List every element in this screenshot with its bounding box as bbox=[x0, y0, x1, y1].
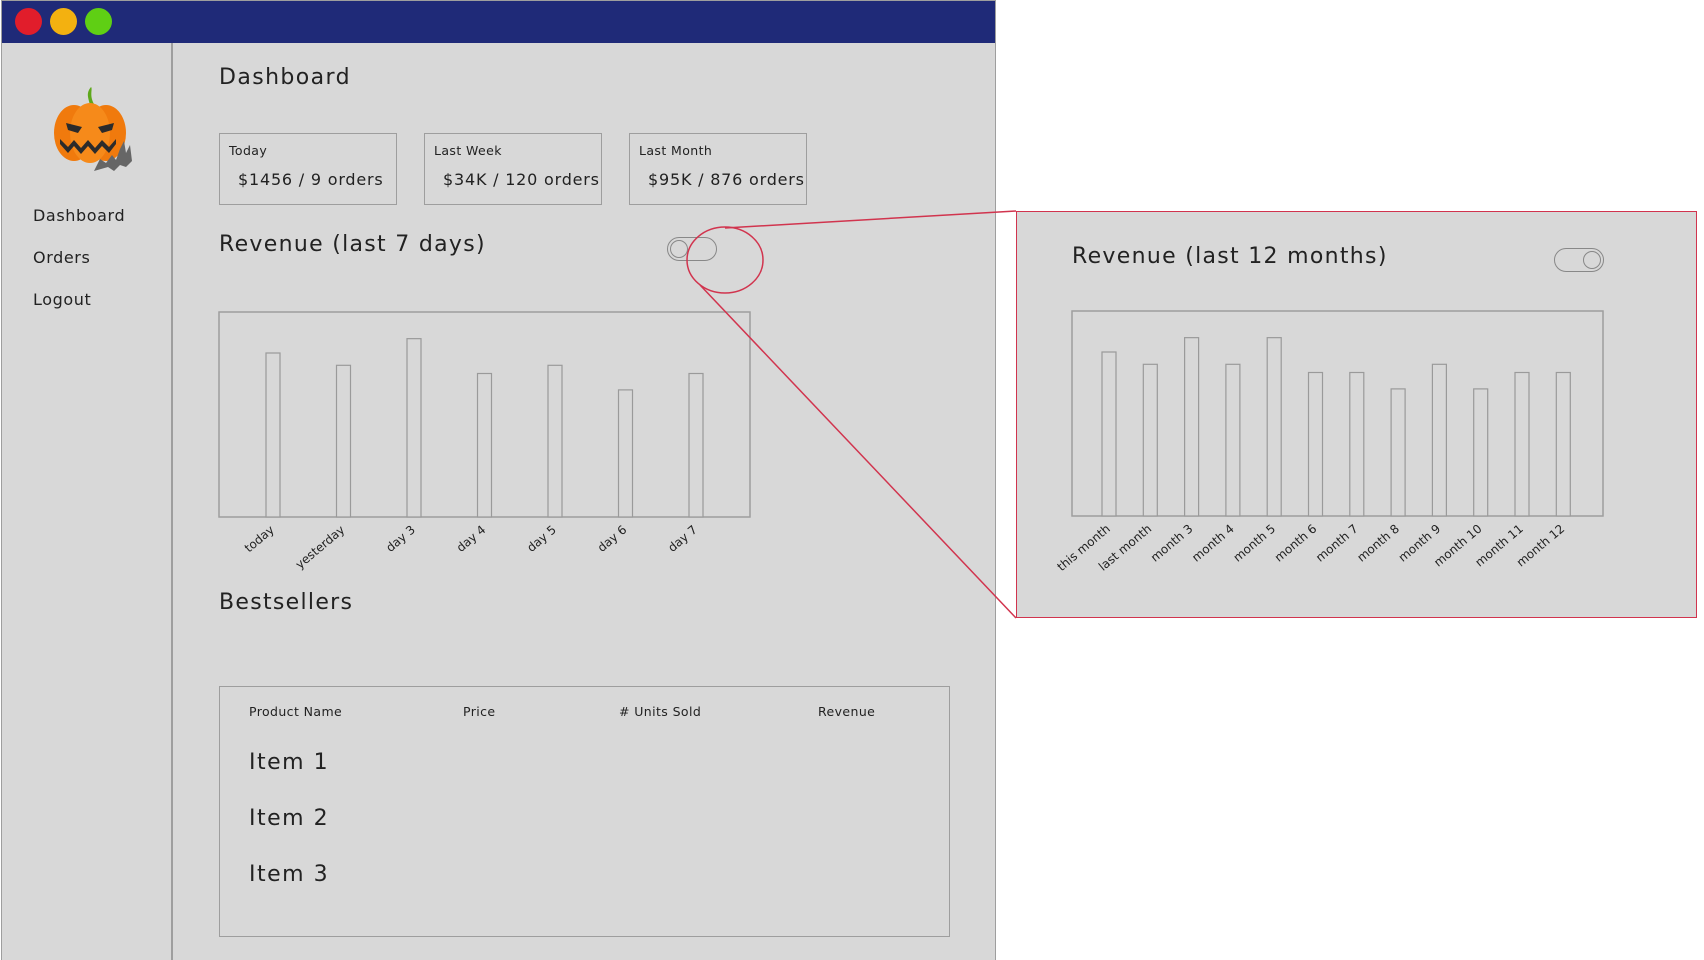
bar[interactable] bbox=[1390, 388, 1406, 517]
x-tick-label: yesterday bbox=[293, 523, 348, 572]
revenue-7-days-chart: today yesterday day 3 day 4 day 5 day 6 day 7 bbox=[218, 311, 751, 572]
sidebar-item-logout[interactable]: Logout bbox=[33, 290, 91, 309]
app-window: Dashboard Orders Logout Dashboard Today … bbox=[1, 0, 996, 960]
title-bar bbox=[2, 1, 995, 43]
column-header-units-sold[interactable]: # Units Sold bbox=[619, 704, 701, 719]
bar[interactable] bbox=[1473, 388, 1489, 517]
x-tick-label: day 5 bbox=[524, 523, 559, 555]
column-header-revenue[interactable]: Revenue bbox=[818, 704, 875, 719]
minimize-window-button[interactable] bbox=[50, 8, 77, 35]
bar[interactable] bbox=[1266, 337, 1282, 517]
x-tick-label: month 7 bbox=[1313, 522, 1361, 565]
x-tick-label: month 5 bbox=[1231, 522, 1279, 565]
table-row[interactable]: Item 2 bbox=[249, 806, 329, 831]
x-tick-label: day 3 bbox=[383, 523, 418, 555]
x-tick-label: month 4 bbox=[1189, 522, 1237, 565]
sidebar: Dashboard Orders Logout bbox=[2, 43, 173, 960]
bar[interactable] bbox=[406, 338, 422, 518]
bar[interactable] bbox=[1101, 351, 1117, 517]
x-tick-label: day 7 bbox=[665, 523, 700, 555]
bestsellers-table: Product Name Price # Units Sold Revenue … bbox=[219, 686, 950, 937]
zoomed-revenue-panel: Revenue (last 12 months) this month last … bbox=[1016, 211, 1697, 618]
bar[interactable] bbox=[1514, 371, 1530, 517]
bar[interactable] bbox=[1142, 363, 1158, 517]
bestsellers-section-title: Bestsellers bbox=[219, 590, 354, 615]
close-window-button[interactable] bbox=[15, 8, 42, 35]
column-header-product-name[interactable]: Product Name bbox=[249, 704, 342, 719]
bar[interactable] bbox=[1307, 371, 1324, 517]
column-header-price[interactable]: Price bbox=[463, 704, 496, 719]
revenue-12-months-chart: this monthlast monthmonth 3month 4month … bbox=[1054, 310, 1604, 574]
bar[interactable] bbox=[1225, 363, 1241, 517]
main-content: Dashboard Today $1456 / 9 orders Last We… bbox=[174, 43, 995, 960]
bar[interactable] bbox=[1431, 363, 1447, 517]
bar[interactable] bbox=[335, 364, 352, 518]
bar[interactable] bbox=[1349, 371, 1365, 517]
x-tick-label: today bbox=[242, 523, 277, 556]
x-tick-label: month 8 bbox=[1354, 522, 1402, 565]
bar[interactable] bbox=[476, 372, 493, 518]
bar[interactable] bbox=[265, 352, 281, 518]
bar[interactable] bbox=[547, 364, 563, 518]
sidebar-item-orders[interactable]: Orders bbox=[33, 248, 90, 267]
x-tick-label: day 4 bbox=[454, 523, 489, 555]
bar[interactable] bbox=[1184, 337, 1200, 517]
sidebar-item-dashboard[interactable]: Dashboard bbox=[33, 206, 125, 225]
x-tick-label: month 3 bbox=[1148, 522, 1196, 565]
maximize-window-button[interactable] bbox=[85, 8, 112, 35]
x-tick-label: month 6 bbox=[1272, 522, 1320, 565]
bar[interactable] bbox=[617, 389, 634, 518]
table-row[interactable]: Item 1 bbox=[249, 750, 329, 775]
x-tick-label: day 6 bbox=[595, 523, 630, 555]
table-row[interactable]: Item 3 bbox=[249, 862, 329, 887]
jack-o-lantern-logo-icon bbox=[54, 87, 132, 171]
bar[interactable] bbox=[688, 372, 704, 518]
bar[interactable] bbox=[1555, 371, 1571, 517]
